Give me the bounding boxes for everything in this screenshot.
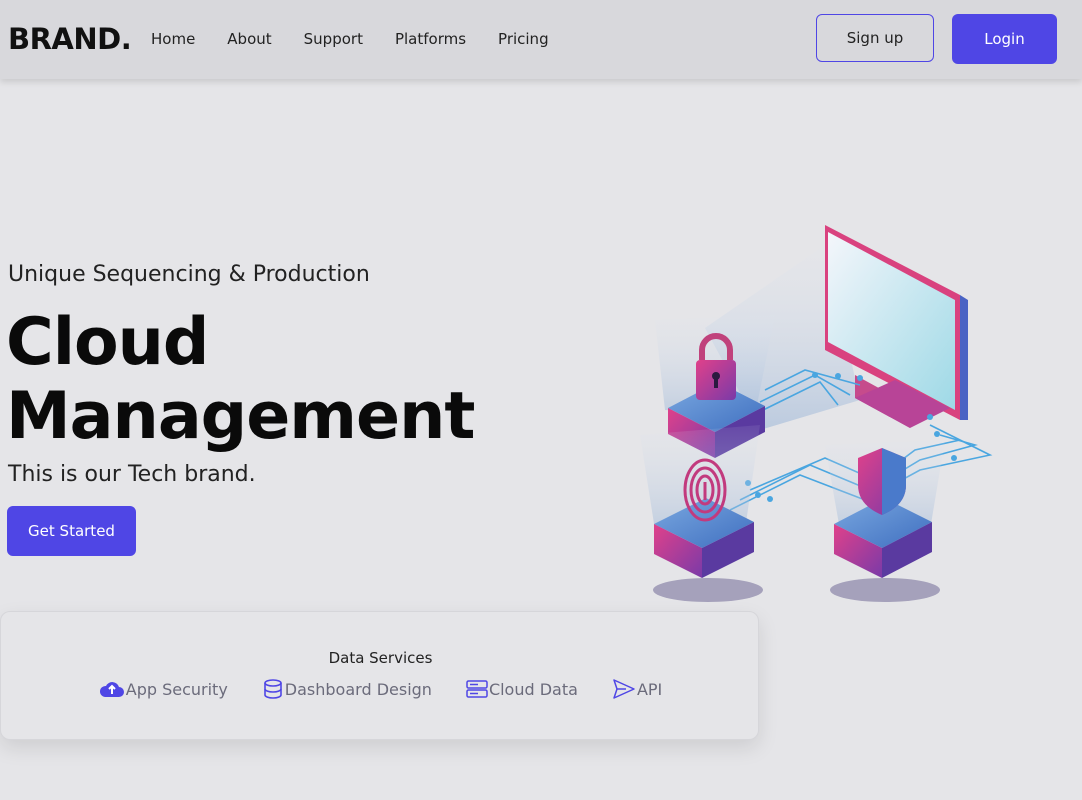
nav-link-platforms[interactable]: Platforms — [395, 30, 466, 48]
hero-kicker: Unique Sequencing & Production — [8, 262, 370, 287]
database-icon — [263, 679, 282, 699]
nav-link-about[interactable]: About — [227, 30, 271, 48]
service-label: App Security — [125, 679, 228, 699]
hero-title-line1: Cloud — [6, 305, 209, 380]
services-title: Data Services — [328, 649, 433, 667]
nav-links: Home About Support Platforms Pricing — [151, 30, 581, 48]
service-label: Cloud Data — [488, 679, 578, 699]
service-label: API — [636, 679, 663, 699]
services-list: App Security Dashboard Design Cloud Data — [1, 678, 760, 700]
navbar: BRAND. Home About Support Platforms Pric… — [0, 0, 1082, 79]
signup-button[interactable]: Sign up — [816, 14, 934, 62]
service-cloud-data[interactable]: Cloud Data — [466, 678, 578, 700]
service-app-security[interactable]: App Security — [99, 678, 228, 700]
cloud-upload-icon — [99, 682, 124, 697]
send-icon — [613, 679, 635, 699]
nav-link-pricing[interactable]: Pricing — [498, 30, 549, 48]
hero-title-line2: Management — [6, 379, 475, 454]
brand-logo[interactable]: BRAND. — [8, 22, 132, 56]
get-started-button[interactable]: Get Started — [7, 506, 136, 556]
login-button[interactable]: Login — [952, 14, 1057, 64]
cloud-security-illustration — [640, 225, 993, 602]
server-icon — [466, 680, 488, 698]
service-dashboard-design[interactable]: Dashboard Design — [262, 678, 432, 700]
nav-link-home[interactable]: Home — [151, 30, 195, 48]
service-label: Dashboard Design — [284, 679, 432, 699]
nav-link-support[interactable]: Support — [304, 30, 363, 48]
hero-subtitle: This is our Tech brand. — [8, 462, 256, 487]
hero-title: Cloud Management — [6, 305, 475, 454]
service-api[interactable]: API — [612, 678, 662, 700]
data-services-card: Data Services App Security Dashboard Des… — [0, 611, 759, 740]
